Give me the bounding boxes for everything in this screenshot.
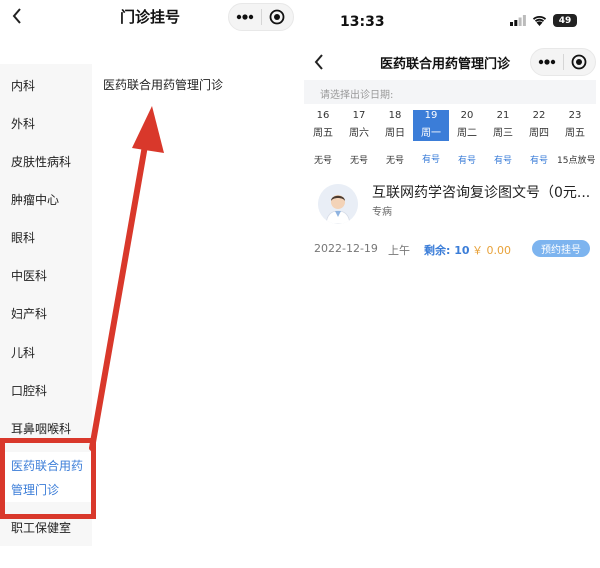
signal-icon	[510, 15, 526, 26]
wifi-icon	[532, 16, 547, 26]
sidebar-item-dental[interactable]: 口腔科	[0, 382, 92, 399]
date-day: 22	[532, 110, 546, 121]
back-icon[interactable]	[310, 50, 328, 74]
sidebar-item-obgyn[interactable]: 妇产科	[0, 305, 92, 322]
miniapp-capsule	[228, 3, 294, 31]
sidebar-item-ophthalmology[interactable]: 眼科	[0, 229, 92, 246]
battery-icon: 49	[553, 14, 577, 27]
sidebar-item-dermatology[interactable]: 皮肤性病科	[0, 153, 92, 170]
date-status: 无号	[349, 156, 368, 166]
date-weekday: 周六	[349, 128, 369, 139]
date-status: 无号	[385, 156, 404, 166]
date-weekday: 周日	[385, 128, 405, 139]
date-status: 有号	[457, 156, 476, 166]
date-cell[interactable]: 21 周三 有号	[485, 108, 521, 166]
date-cell[interactable]: 22 周四 有号	[521, 108, 557, 166]
doctor-tag: 专病	[372, 207, 392, 218]
date-weekday: 周二	[457, 128, 477, 139]
page-title: 医药联合用药管理门诊	[380, 57, 511, 72]
date-cell[interactable]: 18 周日 无号	[377, 108, 413, 166]
slot-price: ￥ 0.00	[472, 244, 511, 257]
sidebar-item-oncology[interactable]: 肿瘤中心	[0, 191, 92, 208]
date-day: 16	[316, 110, 330, 121]
date-day: 17	[352, 110, 366, 121]
selected-date-highlight: 19 周一	[413, 110, 449, 141]
date-weekday: 周三	[493, 128, 513, 139]
date-weekday: 周五	[313, 128, 333, 139]
slot-date: 2022-12-19	[314, 242, 378, 255]
date-cell[interactable]: 23 周五 15点放号	[557, 108, 596, 166]
sidebar-item-staff-health[interactable]: 职工保健室	[0, 519, 92, 536]
date-day: 23	[568, 110, 582, 121]
clinic-list-item[interactable]: 医药联合用药管理门诊	[103, 76, 223, 93]
miniapp-capsule	[530, 48, 596, 76]
right-screen: 13:33 49 医药联合用药管理门诊 请选择出诊日期: 16 周五 无号 17…	[300, 0, 600, 568]
sidebar-item-tcm[interactable]: 中医科	[0, 267, 92, 284]
more-icon[interactable]	[531, 49, 563, 75]
date-day: 21	[496, 110, 510, 121]
slot-remaining: 剩余: 10	[424, 244, 470, 257]
date-weekday: 周四	[529, 128, 549, 139]
sidebar-item-ent[interactable]: 耳鼻咽喉科	[0, 420, 92, 437]
date-status: 15点放号	[557, 156, 596, 166]
doctor-name: 互联网药学咨询复诊图文号（0元...	[372, 185, 591, 201]
date-status: 无号	[313, 156, 332, 166]
close-miniapp-icon[interactable]	[563, 49, 595, 75]
book-button[interactable]: 预约挂号	[532, 240, 590, 257]
date-selector: 16 周五 无号 17 周六 无号 18 周日 无号 19 周一 有号 20 周…	[304, 108, 596, 168]
date-status: 有号	[493, 156, 512, 166]
sidebar-item-internal[interactable]: 内科	[0, 77, 92, 94]
sidebar-item-pediatrics[interactable]: 儿科	[0, 344, 92, 361]
highlight-box	[0, 438, 96, 519]
more-icon[interactable]	[229, 4, 261, 30]
date-cell[interactable]: 20 周二 有号	[449, 108, 485, 166]
doctor-card[interactable]: 互联网药学咨询复诊图文号（0元... 专病	[318, 184, 596, 228]
date-hint: 请选择出诊日期:	[304, 80, 596, 104]
sidebar-item-surgery[interactable]: 外科	[0, 115, 92, 132]
date-weekday: 周一	[421, 128, 441, 139]
status-time: 13:33	[340, 14, 385, 30]
date-cell-selected[interactable]: 19 周一 有号	[413, 108, 449, 165]
nav-bar: 门诊挂号	[0, 0, 300, 40]
date-status: 有号	[529, 156, 548, 166]
status-icons: 49	[510, 14, 577, 27]
nav-bar: 医药联合用药管理门诊	[300, 46, 600, 78]
date-day: 20	[460, 110, 474, 121]
slot-period: 上午	[388, 244, 410, 257]
status-bar: 13:33 49	[300, 0, 600, 40]
date-cell[interactable]: 17 周六 无号	[341, 108, 377, 166]
doctor-avatar	[318, 184, 358, 224]
date-day: 19	[424, 110, 438, 121]
close-miniapp-icon[interactable]	[261, 4, 293, 30]
date-day: 18	[388, 110, 402, 121]
date-status: 有号	[421, 155, 440, 165]
date-weekday: 周五	[565, 128, 585, 139]
date-cell[interactable]: 16 周五 无号	[305, 108, 341, 166]
appointment-slot: 2022-12-19 上午 剩余: 10 ￥ 0.00 预约挂号	[314, 238, 596, 260]
